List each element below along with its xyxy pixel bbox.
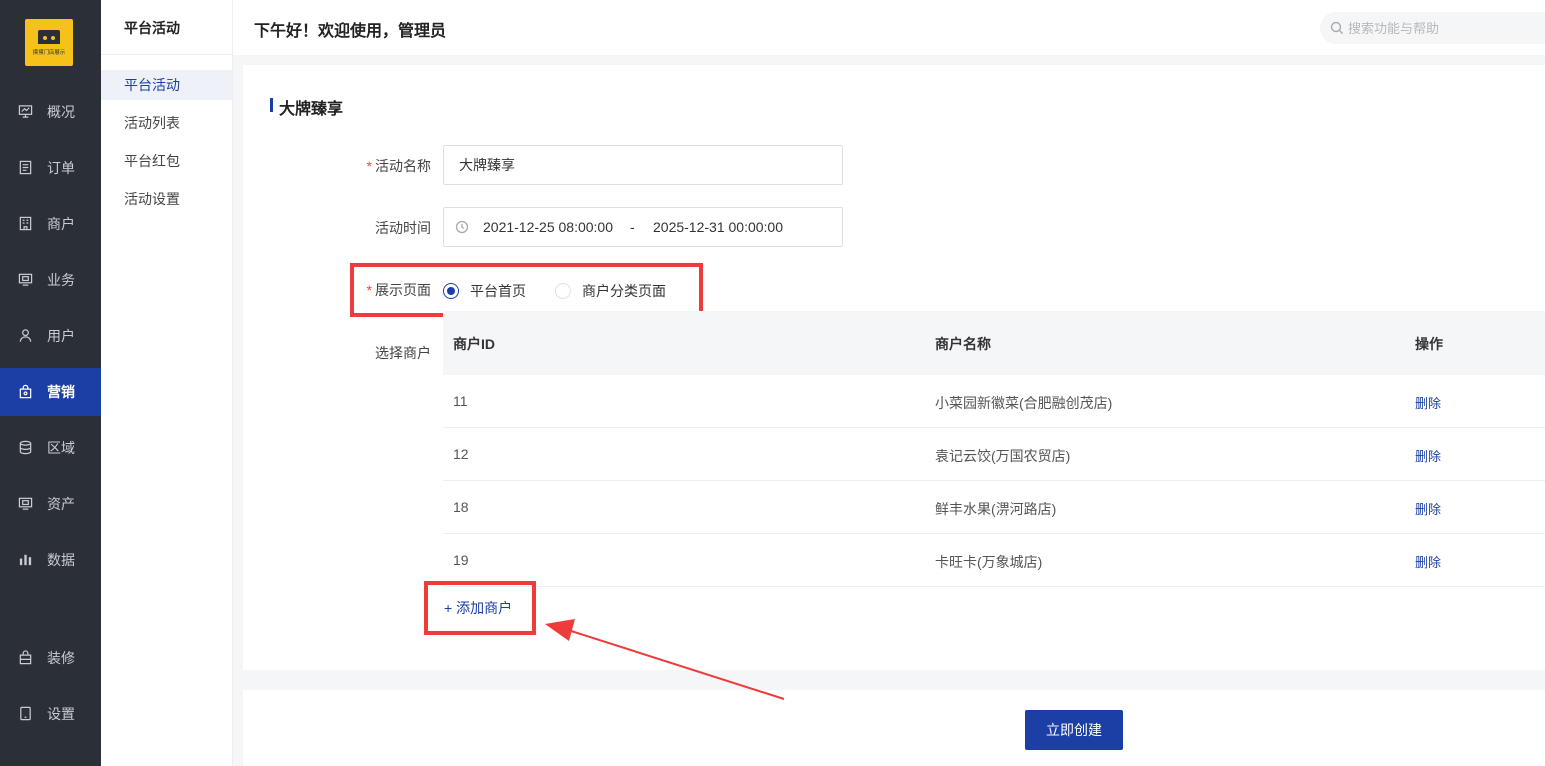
merchant-id: 19	[453, 552, 469, 568]
tablet-icon	[18, 706, 33, 721]
table-row: 12 袁记云饺(万国农贸店) 删除	[443, 428, 1545, 481]
storefront-icon	[38, 29, 60, 44]
delete-button[interactable]: 删除	[1415, 393, 1441, 412]
subnav-divider	[101, 54, 233, 55]
sidebar-item-label: 业务	[47, 272, 75, 288]
monitor-icon	[18, 272, 33, 287]
sidebar-item-label: 数据	[47, 552, 75, 568]
main-sidebar: 摸摸门店展示 概况 订单 商户 业务 用户 营销 区域 资产 数据 装修 设置	[0, 0, 101, 766]
clock-icon	[455, 220, 469, 234]
shopping-bag-icon	[18, 384, 33, 399]
sidebar-item-business[interactable]: 业务	[0, 256, 101, 304]
sidebar-item-regions[interactable]: 区域	[0, 424, 101, 472]
sidebar-item-settings[interactable]: 设置	[0, 690, 101, 738]
sidebar-item-users[interactable]: 用户	[0, 312, 101, 360]
logo-text: 摸摸门店展示	[32, 49, 66, 56]
sidebar-item-label: 商户	[47, 216, 75, 232]
table-header: 商户ID 商户名称 操作	[443, 311, 1545, 375]
sidebar-item-assets[interactable]: 资产	[0, 480, 101, 528]
subnav-item-platform-activity[interactable]: 平台活动	[101, 70, 232, 100]
search-input[interactable]	[1348, 12, 1545, 44]
database-icon	[18, 440, 33, 455]
sidebar-item-label: 设置	[47, 706, 75, 722]
top-header: 下午好！欢迎使用，管理员	[233, 0, 1545, 55]
user-icon	[18, 328, 33, 343]
merchant-name: 卡旺卡(万象城店)	[935, 554, 1043, 570]
delete-button[interactable]: 删除	[1415, 552, 1441, 571]
wallet-icon	[18, 496, 33, 511]
sidebar-item-label: 用户	[47, 328, 75, 344]
column-header-name: 商户名称	[935, 336, 991, 352]
sidebar-item-decoration[interactable]: 装修	[0, 634, 101, 682]
required-mark: *	[366, 158, 372, 174]
sidebar-item-label: 概况	[47, 104, 75, 120]
delete-button[interactable]: 删除	[1415, 499, 1441, 518]
activity-time-label: 活动时间	[375, 220, 431, 236]
sidebar-item-label: 营销	[47, 384, 75, 400]
sidebar-item-data[interactable]: 数据	[0, 536, 101, 584]
sidebar-item-marketing[interactable]: 营销	[0, 368, 101, 416]
sidebar-item-label: 资产	[47, 496, 75, 512]
search-box[interactable]	[1320, 12, 1545, 44]
column-header-id: 商户ID	[453, 336, 495, 352]
column-header-action: 操作	[1415, 336, 1443, 352]
activity-form-card: 大牌臻享 * 活动名称 大牌臻享 活动时间 2021-12-25 08:00:00…	[243, 65, 1545, 670]
subnav-item-red-packet[interactable]: 平台红包	[101, 146, 232, 176]
merchant-id: 12	[453, 446, 469, 462]
footer-bar: 立即创建	[243, 690, 1545, 766]
date-separator: -	[630, 219, 635, 235]
bag-icon	[18, 650, 33, 665]
merchant-table: 商户ID 商户名称 操作 11 小菜园新徽菜(合肥融创茂店) 删除 12 袁记云…	[443, 311, 1545, 587]
activity-name-label: * 活动名称	[243, 156, 431, 176]
table-row: 11 小菜园新徽菜(合肥融创茂店) 删除	[443, 375, 1545, 428]
subnav-item-activity-list[interactable]: 活动列表	[101, 108, 232, 138]
brand-logo[interactable]: 摸摸门店展示	[25, 19, 73, 66]
subnav-title: 平台活动	[124, 20, 180, 36]
activity-date-range-picker[interactable]: 2021-12-25 08:00:00 - 2025-12-31 00:00:0…	[443, 207, 843, 247]
activity-name-input[interactable]: 大牌臻享	[443, 145, 843, 185]
sub-sidebar: 平台活动 平台活动 活动列表 平台红包 活动设置	[101, 0, 233, 766]
merchant-id: 18	[453, 499, 469, 515]
create-now-button[interactable]: 立即创建	[1025, 710, 1123, 750]
sidebar-item-orders[interactable]: 订单	[0, 144, 101, 192]
chart-board-icon	[18, 104, 33, 119]
table-row: 18 鲜丰水果(淠河路店) 删除	[443, 481, 1545, 534]
start-date[interactable]: 2021-12-25 08:00:00	[483, 219, 613, 235]
document-list-icon	[18, 160, 33, 175]
merchant-id: 11	[453, 393, 468, 409]
sidebar-item-label: 区域	[47, 440, 75, 456]
sidebar-item-label: 订单	[47, 160, 75, 176]
building-icon	[18, 216, 33, 231]
search-icon	[1330, 21, 1344, 35]
sidebar-item-merchants[interactable]: 商户	[0, 200, 101, 248]
sidebar-item-overview[interactable]: 概况	[0, 88, 101, 136]
subnav-item-activity-settings[interactable]: 活动设置	[101, 184, 232, 214]
merchant-name: 小菜园新徽菜(合肥融创茂店)	[935, 395, 1113, 411]
delete-button[interactable]: 删除	[1415, 446, 1441, 465]
select-merchant-label: 选择商户	[375, 345, 431, 361]
label-text: 活动名称	[375, 158, 431, 174]
highlight-box-add-merchant	[424, 581, 536, 635]
end-date[interactable]: 2025-12-31 00:00:00	[653, 219, 783, 235]
merchant-name: 鲜丰水果(淠河路店)	[935, 501, 1057, 517]
highlight-box-display-page	[350, 263, 703, 317]
merchant-name: 袁记云饺(万国农贸店)	[935, 448, 1071, 464]
sidebar-item-label: 装修	[47, 650, 75, 666]
greeting-text: 下午好！欢迎使用，管理员	[254, 23, 447, 40]
bar-chart-icon	[18, 552, 33, 567]
table-row: 19 卡旺卡(万象城店) 删除	[443, 534, 1545, 587]
section-title: 大牌臻享	[270, 95, 343, 119]
